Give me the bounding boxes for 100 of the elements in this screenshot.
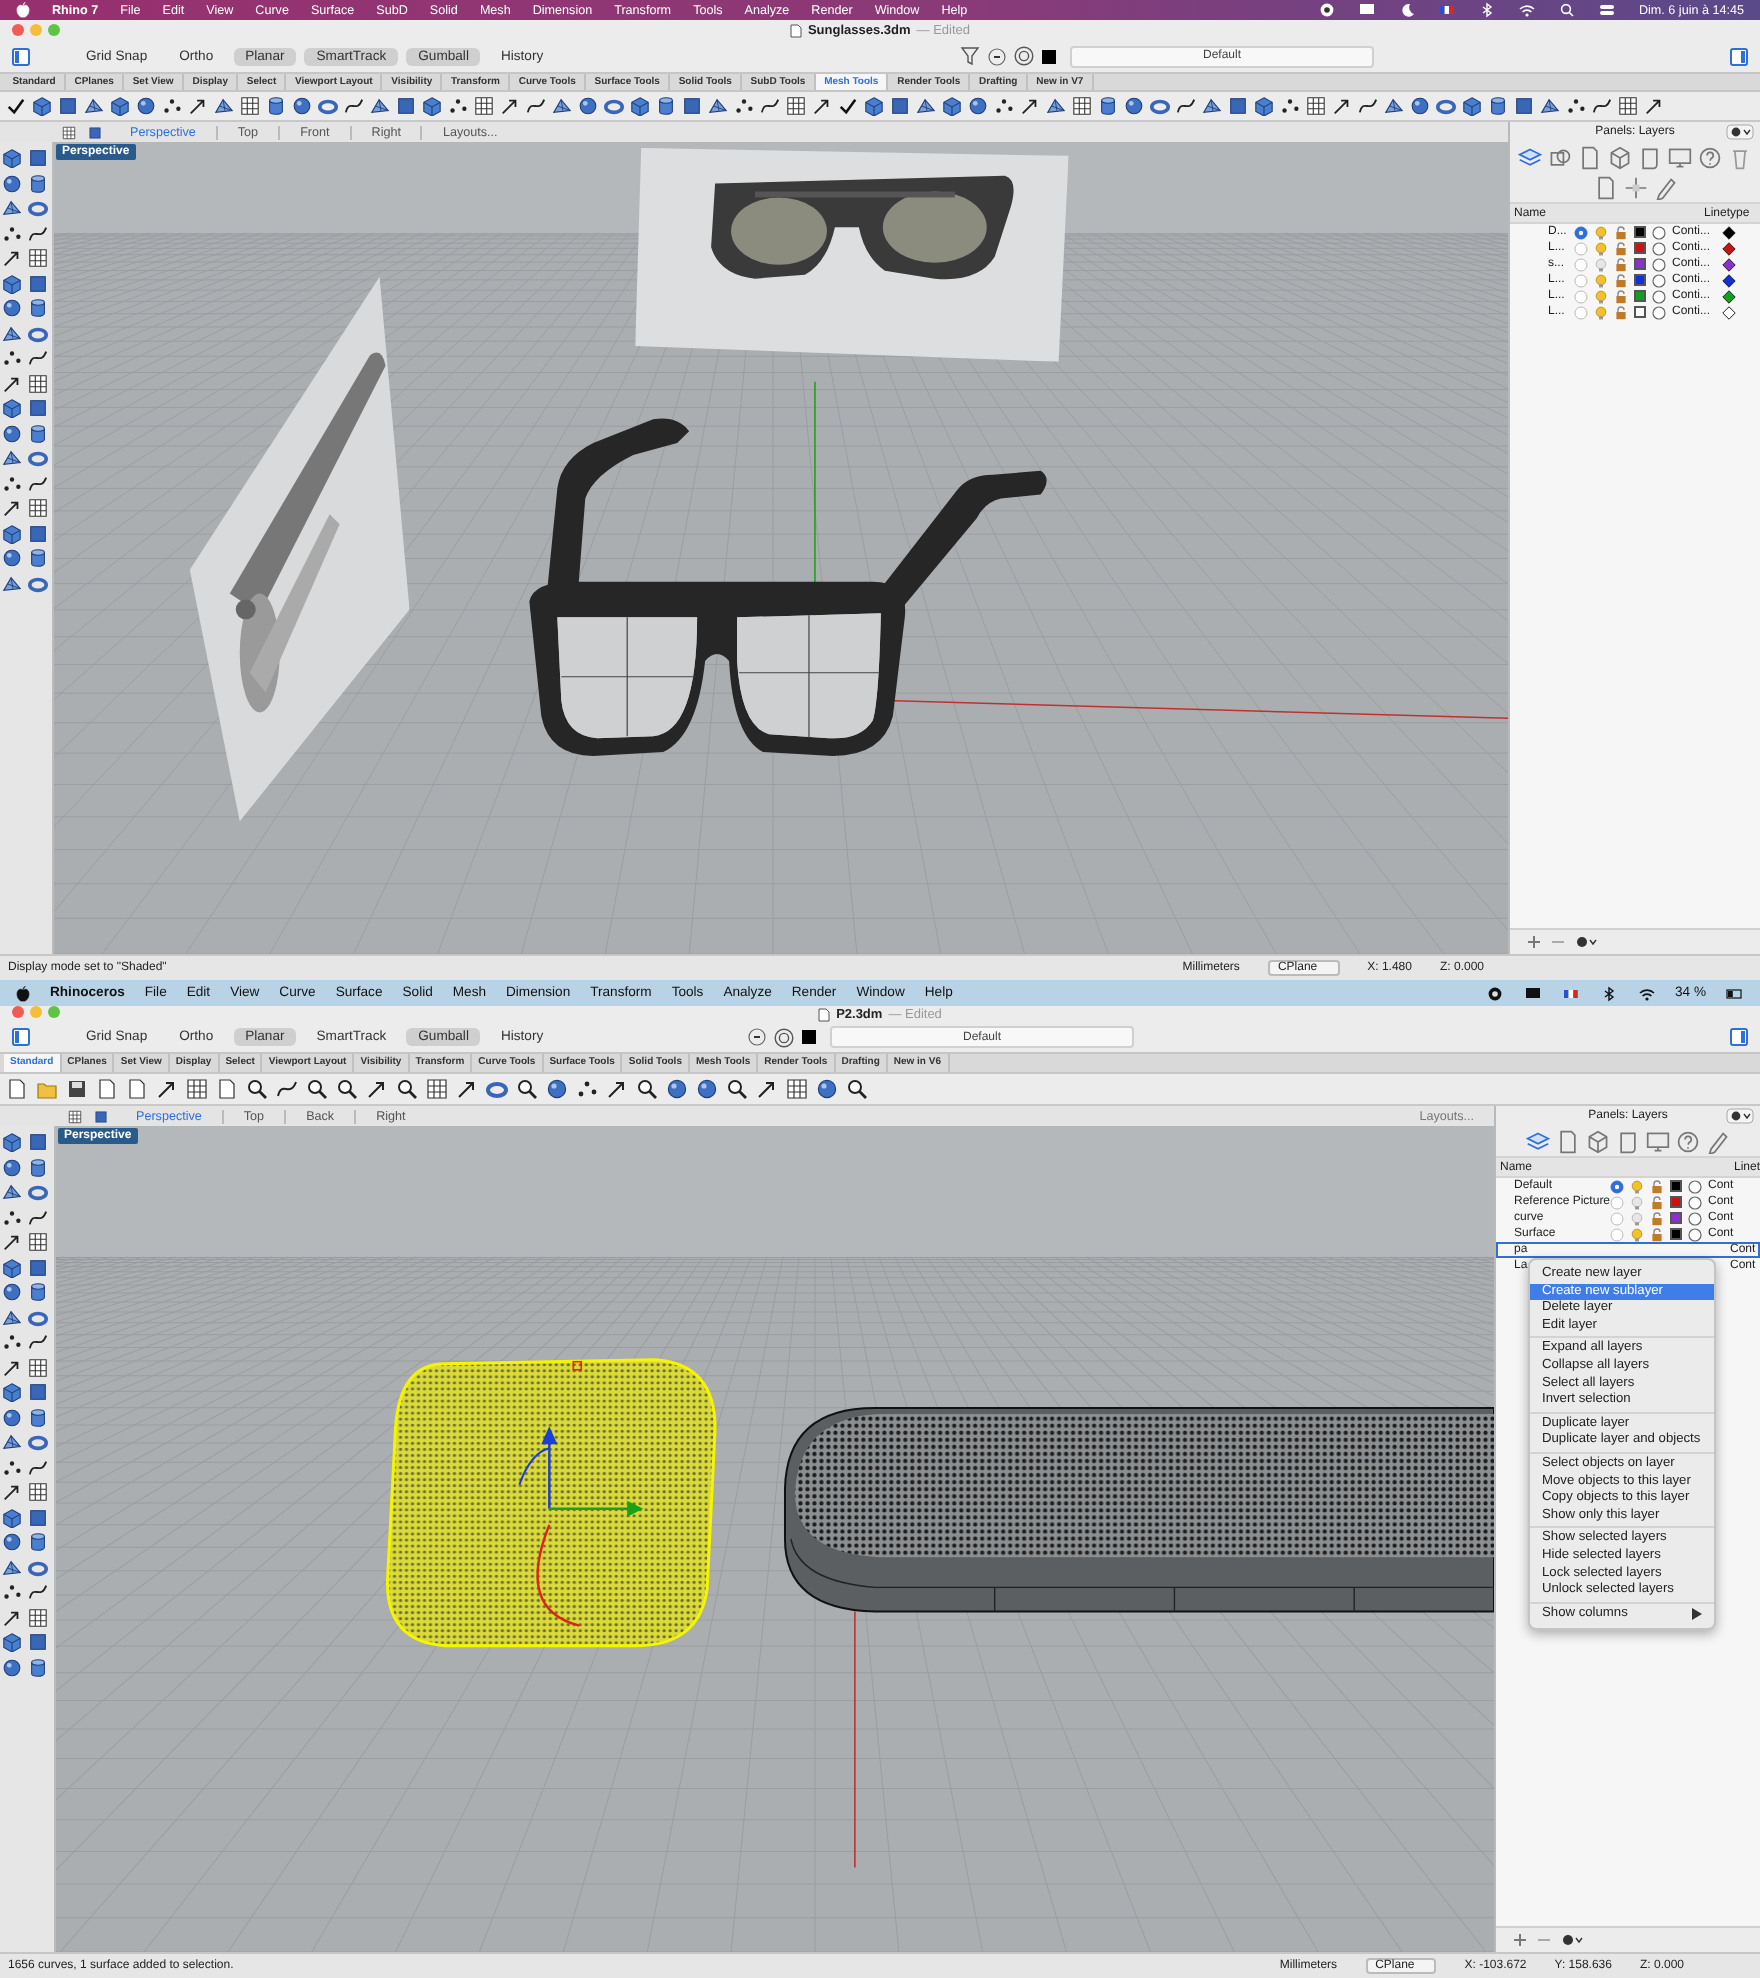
help-icon[interactable] [1698,146,1722,170]
sphere-icon[interactable] [2,423,22,443]
curve-icon[interactable] [28,223,48,243]
square-icon[interactable] [682,96,702,116]
torus-icon[interactable] [28,448,48,468]
square-icon[interactable] [28,523,48,543]
points-icon[interactable] [2,473,22,493]
close-button[interactable] [12,24,24,36]
arrow-icon[interactable] [2,1482,22,1502]
sphere-icon[interactable] [578,96,598,116]
grid-icon[interactable] [28,373,48,393]
gear-icon[interactable] [1726,124,1754,140]
arrow-icon[interactable] [1020,96,1040,116]
cube-icon[interactable] [2,1382,22,1402]
mesh-icon[interactable] [2,448,22,468]
material-circle-icon[interactable] [1652,225,1666,239]
cube-icon[interactable] [110,96,130,116]
layer-color-swatch[interactable] [1042,49,1056,63]
cylinder-icon[interactable] [1098,96,1118,116]
torus-icon[interactable] [28,1432,48,1452]
square-icon[interactable] [28,1382,48,1402]
curve-icon[interactable] [760,96,780,116]
cube-icon[interactable] [2,273,22,293]
torus-icon[interactable] [28,198,48,218]
light-bulb-icon[interactable] [1594,257,1608,271]
points-icon[interactable] [1566,96,1586,116]
material-circle-icon[interactable] [1688,1227,1702,1241]
flag-icon[interactable] [1438,2,1457,18]
square-icon[interactable] [28,148,48,168]
pen-icon[interactable] [1706,1130,1730,1154]
bluetooth-icon[interactable] [1599,985,1617,1001]
mesh-icon[interactable] [2,323,22,343]
light-bulb-icon[interactable] [1630,1211,1644,1225]
panel-icon[interactable] [1730,1028,1748,1046]
document-icon[interactable] [216,1078,238,1100]
grid-icon[interactable] [1306,96,1326,116]
sphere-icon[interactable] [2,1407,22,1427]
record-icon[interactable] [1318,2,1337,18]
layer-color-swatch[interactable] [802,1030,816,1044]
sphere-icon[interactable] [2,1282,22,1302]
light-bulb-icon[interactable] [1594,289,1608,303]
cube-icon[interactable] [32,96,52,116]
arrow-icon[interactable] [2,1232,22,1252]
objects-icon[interactable] [1548,146,1572,170]
magnifier-icon[interactable] [846,1078,868,1100]
current-layer-radio[interactable] [1610,1195,1624,1209]
arrow-icon[interactable] [812,96,832,116]
script-icon[interactable] [1616,1130,1640,1154]
gear-icon[interactable] [1574,934,1598,950]
mesh-icon[interactable] [708,96,728,116]
mesh-icon[interactable] [2,1557,22,1577]
cube-icon[interactable] [2,1632,22,1652]
grid-icon[interactable] [474,96,494,116]
layer-color-swatch[interactable] [1670,1212,1682,1224]
sphere-icon[interactable] [546,1078,568,1100]
arrow-icon[interactable] [1644,96,1664,116]
cube-icon[interactable] [2,148,22,168]
mesh-icon[interactable] [84,96,104,116]
pen-icon[interactable] [1653,176,1677,200]
cube-icon[interactable] [2,1257,22,1277]
sphere-icon[interactable] [816,1078,838,1100]
monitor-icon[interactable] [1646,1130,1670,1154]
current-layer-radio[interactable] [1574,257,1588,271]
sphere-icon[interactable] [2,1532,22,1552]
points-icon[interactable] [576,1078,598,1100]
lock-icon[interactable] [1614,257,1628,271]
arrow-icon[interactable] [2,373,22,393]
lock-icon[interactable] [1614,289,1628,303]
grid-icon[interactable] [28,248,48,268]
arrow-icon[interactable] [606,1078,628,1100]
points-icon[interactable] [2,1582,22,1602]
mesh-icon[interactable] [916,96,936,116]
layer-color-swatch[interactable] [1634,306,1646,318]
record-icon[interactable] [748,1028,766,1046]
sphere-icon[interactable] [292,96,312,116]
material-circle-icon[interactable] [1688,1179,1702,1193]
magnifier-icon[interactable] [246,1078,268,1100]
mesh-icon[interactable] [2,1432,22,1452]
mesh-icon[interactable] [2,573,22,593]
arrow-icon[interactable] [1332,96,1352,116]
torus-icon[interactable] [318,96,338,116]
mesh-icon[interactable] [214,96,234,116]
curve-icon[interactable] [28,348,48,368]
mesh-icon[interactable] [1384,96,1404,116]
magnifier-icon[interactable] [306,1078,328,1100]
points-icon[interactable] [448,96,468,116]
torus-icon[interactable] [28,1307,48,1327]
check-icon[interactable] [838,96,858,116]
curve-icon[interactable] [344,96,364,116]
layers-icon[interactable] [1526,1130,1550,1154]
sphere-icon[interactable] [136,96,156,116]
points-icon[interactable] [162,96,182,116]
torus-icon[interactable] [28,1557,48,1577]
sphere-icon[interactable] [2,1657,22,1677]
material-circle-icon[interactable] [1688,1195,1702,1209]
curve-icon[interactable] [28,473,48,493]
points-icon[interactable] [2,223,22,243]
lock-icon[interactable] [1614,273,1628,287]
points-icon[interactable] [734,96,754,116]
plus-icon[interactable] [1512,1932,1528,1948]
